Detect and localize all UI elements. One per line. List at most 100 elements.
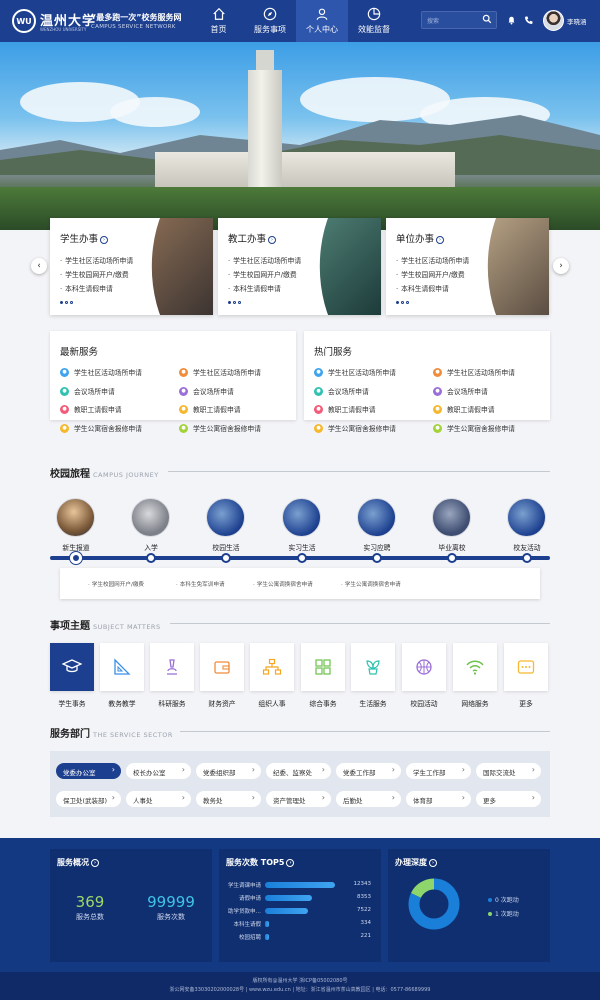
journey-stage-label[interactable]: 入学 bbox=[121, 542, 181, 552]
dept-button[interactable]: 校长办公室 bbox=[126, 763, 191, 779]
dept-button[interactable]: 后勤处 bbox=[336, 791, 401, 807]
carousel-next-button[interactable]: › bbox=[553, 258, 569, 274]
service-link[interactable]: ● 会议场所申请 bbox=[314, 386, 369, 396]
theme-finance[interactable] bbox=[200, 643, 244, 691]
theme-more[interactable] bbox=[504, 643, 548, 691]
avatar[interactable] bbox=[543, 10, 564, 31]
nav-home[interactable]: 首页 bbox=[193, 0, 244, 42]
timeline-node[interactable] bbox=[221, 553, 231, 563]
card-title[interactable]: 学生办事 › bbox=[60, 231, 109, 245]
card-link[interactable]: 本科生请假申请 bbox=[60, 282, 133, 296]
journey-sub-link[interactable]: 学生公寓调换宿舍申请 bbox=[341, 580, 401, 588]
service-link[interactable]: ● 学生公寓宿舍报修申请 bbox=[314, 423, 396, 433]
timeline-node[interactable] bbox=[522, 553, 532, 563]
panel-title[interactable]: 服务概况 › bbox=[57, 857, 99, 868]
service-link[interactable]: ● 教职工请假申请 bbox=[179, 404, 241, 414]
service-link[interactable]: ● 会议场所申请 bbox=[179, 386, 234, 396]
nav-service-items[interactable]: 服务事项 bbox=[244, 0, 296, 42]
service-link[interactable]: ● 学生社区活动场所申请 bbox=[433, 367, 515, 377]
service-link[interactable]: ● 教职工请假申请 bbox=[60, 404, 122, 414]
student-affairs-card[interactable]: 学生办事› 学生社区活动场所申请 学生校园网开户/缴费 本科生请假申请 bbox=[50, 218, 213, 315]
service-link[interactable]: ● 学生社区活动场所申请 bbox=[314, 367, 396, 377]
journey-stage-label[interactable]: 实习生活 bbox=[272, 542, 332, 552]
service-link[interactable]: ● 学生公寓宿舍报修申请 bbox=[60, 423, 142, 433]
service-link[interactable]: ● 学生公寓宿舍报修申请 bbox=[179, 423, 261, 433]
university-seal-logo[interactable]: WU bbox=[12, 9, 36, 33]
journey-stage-label[interactable]: 校园生活 bbox=[196, 542, 256, 552]
timeline-node-active[interactable] bbox=[70, 552, 82, 564]
theme-personnel[interactable] bbox=[250, 643, 294, 691]
username[interactable]: 李晓涵 bbox=[567, 16, 587, 26]
journey-photo[interactable] bbox=[206, 498, 245, 537]
top5-bar-row[interactable]: 校园招聘 221 bbox=[219, 931, 389, 942]
theme-network-services[interactable] bbox=[453, 643, 497, 691]
card-link[interactable]: 学生校园网开户/缴费 bbox=[228, 268, 301, 282]
journey-photo[interactable] bbox=[131, 498, 170, 537]
dept-button[interactable]: 人事处 bbox=[126, 791, 191, 807]
card-link[interactable]: 学生社区活动场所申请 bbox=[396, 254, 469, 268]
top5-bar-row[interactable]: 学生调课申请 12343 bbox=[219, 879, 389, 890]
top5-bar-row[interactable]: 助学贷款申… 7522 bbox=[219, 905, 389, 916]
dept-button[interactable]: 学生工作部 bbox=[406, 763, 471, 779]
search-icon[interactable] bbox=[482, 14, 492, 24]
dept-button[interactable]: 资产管理处 bbox=[266, 791, 331, 807]
panel-title[interactable]: 服务次数 TOP5 › bbox=[226, 857, 295, 868]
journey-photo[interactable] bbox=[282, 498, 321, 537]
unit-affairs-card[interactable]: 单位办事› 学生社区活动场所申请 学生校园网开户/缴费 本科生请假申请 bbox=[386, 218, 549, 315]
phone-icon[interactable] bbox=[524, 15, 533, 25]
timeline-node[interactable] bbox=[372, 553, 382, 563]
service-link[interactable]: ● 会议场所申请 bbox=[433, 386, 488, 396]
theme-student-affairs[interactable] bbox=[50, 643, 94, 691]
service-link[interactable]: ● 学生公寓宿舍报修申请 bbox=[433, 423, 515, 433]
dept-button[interactable]: 体育部 bbox=[406, 791, 471, 807]
dept-button[interactable]: 党委组织部 bbox=[196, 763, 261, 779]
dept-button[interactable]: 纪委、监察处 bbox=[266, 763, 331, 779]
carousel-dots[interactable] bbox=[228, 301, 241, 304]
card-title[interactable]: 教工办事 › bbox=[228, 231, 277, 245]
timeline-node[interactable] bbox=[146, 553, 156, 563]
timeline-node[interactable] bbox=[297, 553, 307, 563]
bell-icon[interactable] bbox=[507, 15, 516, 25]
journey-sub-link[interactable]: 学生校园网开户/缴费 bbox=[88, 580, 144, 588]
journey-stage-label[interactable]: 毕业离校 bbox=[422, 542, 482, 552]
card-link[interactable]: 学生社区活动场所申请 bbox=[60, 254, 133, 268]
service-link[interactable]: ● 学生社区活动场所申请 bbox=[179, 367, 261, 377]
theme-life-services[interactable] bbox=[351, 643, 395, 691]
journey-photo[interactable] bbox=[432, 498, 471, 537]
service-link[interactable]: ● 会议场所申请 bbox=[60, 386, 115, 396]
journey-photo[interactable] bbox=[357, 498, 396, 537]
timeline-node[interactable] bbox=[447, 553, 457, 563]
journey-photo[interactable] bbox=[56, 498, 95, 537]
top5-bar-row[interactable]: 本科生请假 334 bbox=[219, 918, 389, 929]
journey-sub-link[interactable]: 本科生免军训申请 bbox=[176, 580, 225, 588]
theme-campus-activities[interactable] bbox=[402, 643, 446, 691]
card-link[interactable]: 本科生请假申请 bbox=[396, 282, 469, 296]
journey-sub-link[interactable]: 学生公寓调换宿舍申请 bbox=[253, 580, 313, 588]
card-link[interactable]: 学生校园网开户/缴费 bbox=[396, 268, 469, 282]
dept-button[interactable]: 党委工作部 bbox=[336, 763, 401, 779]
journey-photo[interactable] bbox=[507, 498, 546, 537]
card-link[interactable]: 学生校园网开户/缴费 bbox=[60, 268, 133, 282]
theme-research[interactable] bbox=[150, 643, 194, 691]
theme-teaching[interactable] bbox=[100, 643, 144, 691]
journey-stage-label[interactable]: 校友活动 bbox=[497, 542, 557, 552]
carousel-dots[interactable] bbox=[60, 301, 73, 304]
footer-links[interactable]: 浙公网安备33030202000028号 | www.wzu.edu.cn | … bbox=[0, 986, 600, 995]
card-link[interactable]: 本科生请假申请 bbox=[228, 282, 301, 296]
nav-personal-center[interactable]: 个人中心 bbox=[296, 0, 348, 42]
journey-stage-label[interactable]: 新生报道 bbox=[46, 542, 106, 552]
top5-bar-row[interactable]: 请假申请 8353 bbox=[219, 892, 389, 903]
staff-affairs-card[interactable]: 教工办事› 学生社区活动场所申请 学生校园网开户/缴费 本科生请假申请 bbox=[218, 218, 381, 315]
theme-label[interactable]: 更多 bbox=[496, 698, 556, 708]
theme-general-affairs[interactable] bbox=[301, 643, 345, 691]
dept-button[interactable]: 保卫处(武装部) bbox=[56, 791, 121, 807]
dept-button[interactable]: 教务处 bbox=[196, 791, 261, 807]
journey-stage-label[interactable]: 实习应聘 bbox=[347, 542, 407, 552]
service-link[interactable]: ● 教职工请假申请 bbox=[433, 404, 495, 414]
dept-button[interactable]: 国际交流处 bbox=[476, 763, 541, 779]
dept-button[interactable]: 党委办公室 bbox=[56, 763, 121, 779]
card-link[interactable]: 学生社区活动场所申请 bbox=[228, 254, 301, 268]
service-link[interactable]: ● 教职工请假申请 bbox=[314, 404, 376, 414]
dept-button[interactable]: 更多 bbox=[476, 791, 541, 807]
carousel-prev-button[interactable]: ‹ bbox=[31, 258, 47, 274]
